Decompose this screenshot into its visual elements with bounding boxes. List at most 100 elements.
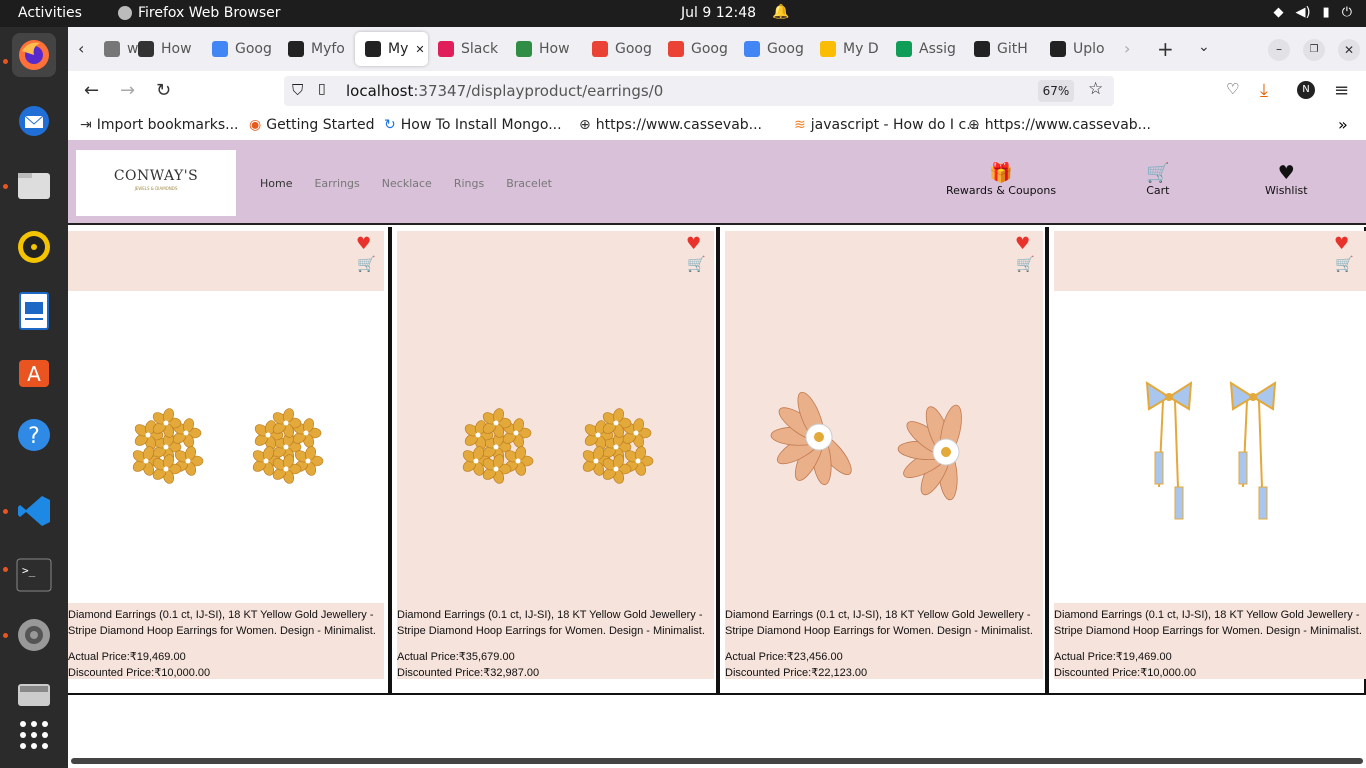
account-avatar[interactable]: N [1297, 81, 1315, 99]
tab[interactable]: Goog [734, 32, 810, 66]
product-image[interactable] [1054, 291, 1366, 603]
app-menu[interactable]: Firefox Web Browser [118, 5, 281, 21]
cart-link[interactable]: 🛒 Cart [1146, 163, 1170, 198]
tab-favicon-icon [138, 41, 154, 57]
terminal-icon[interactable]: >_ [12, 553, 56, 597]
add-to-cart-icon[interactable]: 🛒 [687, 255, 706, 273]
product-card[interactable]: ♥ 🛒 Diamond Earrings (0.1 ct, IJ-SI), 18… [390, 227, 718, 695]
svg-text:>_: >_ [22, 564, 36, 577]
bookmark-item[interactable]: ↻ How To Install Mongo... [384, 117, 562, 133]
nav-home[interactable]: Home [260, 177, 292, 190]
new-tab-icon[interactable]: + [1157, 37, 1174, 61]
close-tab-icon[interactable]: ✕ [415, 43, 424, 56]
nav-necklace[interactable]: Necklace [382, 177, 432, 190]
rewards-link[interactable]: 🎁 Rewards & Coupons [946, 163, 1056, 198]
bookmarks-overflow-icon[interactable]: » [1338, 115, 1348, 134]
tab-scroll-left-icon[interactable]: ‹ [78, 39, 84, 58]
pocket-icon[interactable]: ♡ [1226, 80, 1239, 98]
nav-rings[interactable]: Rings [454, 177, 484, 190]
nav-bracelet[interactable]: Bracelet [506, 177, 552, 190]
tab-active[interactable]: My ✕ [355, 32, 428, 66]
wishlist-heart-icon[interactable]: ♥ [356, 234, 371, 254]
add-to-cart-icon[interactable]: 🛒 [1016, 255, 1035, 273]
bookmark-icon: ↻ [384, 117, 396, 133]
minimize-icon[interactable]: – [1268, 39, 1290, 61]
add-to-cart-icon[interactable]: 🛒 [357, 255, 376, 273]
wishlist-heart-icon[interactable]: ♥ [1015, 234, 1030, 254]
tab-label: How [539, 41, 570, 57]
wishlist-heart-icon[interactable]: ♥ [1334, 234, 1349, 254]
bookmark-item[interactable]: ⇥ Import bookmarks... [80, 117, 239, 133]
tab-favicon-icon [820, 41, 836, 57]
horizontal-scrollbar[interactable] [71, 758, 1363, 764]
forward-icon[interactable]: → [120, 80, 135, 101]
site-logo[interactable]: CONWAY'S JEWELS & DIAMONDS [76, 150, 236, 216]
running-indicator [3, 633, 8, 638]
discounted-price: Discounted Price:₹10,000.00 [68, 667, 211, 679]
card-top-band [397, 231, 714, 291]
vscode-icon[interactable] [12, 489, 56, 533]
rhythmbox-icon[interactable] [12, 225, 56, 269]
bookmark-item[interactable]: ≋ javascript - How do I c... [794, 117, 980, 133]
bookmark-item[interactable]: ◉ Getting Started [249, 117, 374, 133]
maximize-icon[interactable]: ❐ [1303, 39, 1325, 61]
bookmark-icon: ≋ [794, 117, 806, 133]
shield-icon[interactable]: ⛉ [292, 81, 303, 99]
tab[interactable]: Myfo [278, 32, 354, 66]
product-card[interactable]: ♥ 🛒 Diamond Earrings (0.1 ct, IJ-SI), 18… [68, 227, 390, 695]
show-apps-icon[interactable] [12, 713, 56, 757]
activities-button[interactable]: Activities [18, 5, 82, 21]
tab[interactable]: GitH [964, 32, 1040, 66]
tab[interactable]: Assig [886, 32, 964, 66]
bookmark-item[interactable]: ⊕ https://www.cassevab... [968, 117, 1151, 133]
downloads-icon[interactable]: ⤓ [1260, 80, 1268, 101]
system-tray[interactable]: ◆ ◀) ▮ ⏻ [1273, 5, 1352, 20]
reload-icon[interactable]: ↻ [156, 80, 171, 101]
product-grid: ♥ 🛒 Diamond Earrings (0.1 ct, IJ-SI), 18… [68, 227, 1366, 695]
url-text[interactable]: localhost:37347/displayproduct/earrings/… [346, 82, 663, 100]
tab[interactable]: My D [810, 32, 886, 66]
nav-earrings[interactable]: Earrings [314, 177, 359, 190]
list-tabs-icon[interactable]: ⌄ [1198, 39, 1210, 55]
tab[interactable]: Goog [658, 32, 734, 66]
help-icon[interactable]: ? [12, 413, 56, 457]
wishlist-link[interactable]: ♥ Wishlist [1265, 163, 1308, 198]
add-to-cart-icon[interactable]: 🛒 [1335, 255, 1354, 273]
product-image[interactable] [725, 291, 1043, 603]
bell-icon[interactable]: 🔔 [772, 4, 789, 20]
close-window-icon[interactable]: ✕ [1338, 39, 1360, 61]
zoom-level[interactable]: 67% [1038, 80, 1074, 102]
tab[interactable]: Slack [428, 32, 506, 66]
system-top-bar: Activities Firefox Web Browser Jul 9 12:… [0, 0, 1366, 27]
url-bar[interactable]: ⛉ ▯ localhost:37347/displayproduct/earri… [284, 76, 1114, 106]
tab-favicon-icon [744, 41, 760, 57]
firefox-icon[interactable] [12, 33, 56, 77]
page-icon[interactable]: ▯ [318, 81, 326, 97]
settings-icon[interactable] [12, 613, 56, 657]
tab-scroll-right-icon[interactable]: › [1124, 39, 1130, 58]
back-icon[interactable]: ← [84, 80, 99, 101]
tab[interactable]: How [506, 32, 582, 66]
tab[interactable]: Uplo [1040, 32, 1114, 66]
writer-icon[interactable] [12, 289, 56, 333]
product-image[interactable] [397, 291, 714, 603]
product-info: Diamond Earrings (0.1 ct, IJ-SI), 18 KT … [1054, 603, 1366, 679]
files-icon[interactable] [12, 163, 56, 207]
thunderbird-icon[interactable] [12, 99, 56, 143]
wishlist-heart-icon[interactable]: ♥ [686, 234, 701, 254]
bookmark-star-icon[interactable]: ☆ [1088, 79, 1103, 99]
software-icon[interactable]: A [12, 349, 56, 393]
tab[interactable]: Goog [202, 32, 278, 66]
product-card[interactable]: ♥ 🛒 Diamond Earrings (0.1 ct, IJ-SI), 18… [1047, 227, 1366, 695]
bookmark-item[interactable]: ⊕ https://www.cassevab... [579, 117, 762, 133]
tab[interactable]: How [128, 32, 202, 66]
product-image[interactable] [68, 291, 384, 603]
tab[interactable]: Goog [582, 32, 658, 66]
product-card[interactable]: ♥ 🛒 Diamond Earrings (0.1 ct, IJ-SI), 18… [718, 227, 1047, 695]
volume-icon: ◀) [1295, 5, 1311, 20]
menu-icon[interactable]: ≡ [1334, 80, 1349, 101]
clock[interactable]: Jul 9 12:48 [681, 5, 756, 21]
disk-icon[interactable] [12, 671, 56, 715]
wifi-icon: ◆ [1273, 5, 1284, 20]
product-description: Diamond Earrings (0.1 ct, IJ-SI), 18 KT … [397, 609, 705, 637]
